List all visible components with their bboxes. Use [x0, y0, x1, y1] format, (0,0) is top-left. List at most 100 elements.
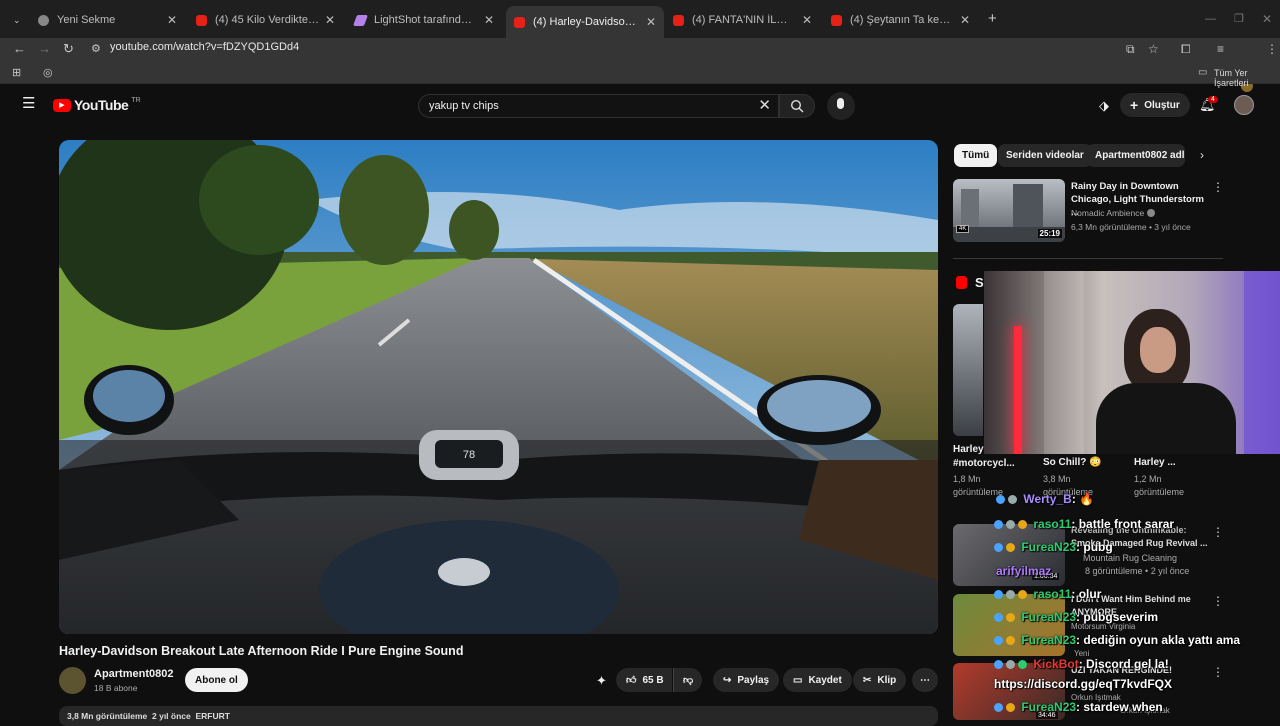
chat-text: : stardew when [1076, 700, 1163, 714]
reload-icon[interactable]: ↻ [63, 40, 74, 58]
tab-fanta[interactable]: (4) FANTA'NIN İLGİNÇ HİKAYESİ ✕ [665, 6, 820, 34]
short-views-2: 3,8 Mn [1043, 474, 1071, 484]
region-code: TR [131, 97, 141, 104]
youtube-icon [196, 14, 207, 26]
short-title-2[interactable]: So Chill? 😳 [1043, 457, 1102, 468]
rec-menu-icon[interactable]: ⋮ [1212, 526, 1224, 538]
subscribe-button[interactable]: Abone ol [185, 668, 248, 692]
shorts-icon [956, 276, 967, 289]
close-tab-icon[interactable]: ✕ [484, 13, 494, 27]
restore-icon[interactable]: ❐ [1234, 10, 1244, 28]
chat-text: : pubgseverim [1076, 610, 1159, 624]
ai-sparkle-icon[interactable]: ✦ [596, 673, 607, 689]
create-label: Oluştur [1144, 99, 1180, 111]
tab-title: (4) Harley-Davidson Breakout L [533, 16, 640, 28]
apps-icon[interactable]: ⊞ [12, 64, 21, 82]
chat-username: FureaN23 [1021, 633, 1077, 647]
share-button[interactable]: ↪ Paylaş [713, 668, 780, 692]
rec-menu-icon[interactable]: ⋮ [1212, 666, 1224, 678]
short-title-1[interactable]: Harley #motorcycl... [953, 443, 1023, 471]
close-tab-icon[interactable]: ✕ [646, 15, 656, 29]
thumbs-down-icon: 👎︎ [683, 675, 694, 686]
chat-text: : Discord gel la! [1078, 657, 1169, 671]
tab-vito[interactable]: (4) Şeytanın Ta kendisi Vito Sak ✕ [823, 6, 978, 34]
tab-list-icon[interactable]: ⌄ [13, 11, 21, 29]
close-tab-icon[interactable]: ✕ [960, 13, 970, 27]
chat-username: KickBot [1033, 657, 1079, 671]
chat-link[interactable]: https://discord.gg/eqT7kvdFQX [994, 677, 1172, 691]
address-bar[interactable]: youtube.com/watch?v=fDZYQD1GDd4 [110, 41, 299, 53]
chat-username: raso11 [1033, 587, 1072, 601]
hamburger-icon[interactable]: ☰ [22, 95, 35, 113]
youtube-logo[interactable]: ▶ YouTube TR [53, 97, 141, 113]
more-actions-button[interactable]: ⋯ [912, 668, 938, 692]
search-button[interactable] [779, 94, 815, 118]
media-icon[interactable]: ≡ [1217, 40, 1224, 58]
save-label: Kaydet [808, 674, 842, 686]
create-button[interactable]: + Oluştur [1120, 93, 1190, 117]
clear-search-icon[interactable]: ✕ [758, 96, 771, 114]
chip-all[interactable]: Tümü [954, 144, 998, 167]
chat-text: https://discord.gg/eqT7kvdFQX [994, 677, 1173, 691]
back-icon[interactable]: ← [13, 40, 26, 58]
recommended-channel[interactable]: Nomadic Ambience [1071, 208, 1155, 218]
chat-badge-icon [994, 703, 1003, 712]
install-icon[interactable]: ⧉ [1126, 40, 1135, 58]
close-tab-icon[interactable]: ✕ [802, 13, 812, 27]
channel-name[interactable]: Apartment0802 [94, 668, 173, 680]
clip-label: Klip [877, 674, 897, 686]
plus-icon: + [1130, 97, 1139, 113]
forward-icon[interactable]: → [38, 40, 51, 58]
short-thumbnail[interactable] [953, 304, 983, 436]
chat-message: arifyilmaz [996, 564, 1051, 578]
chat-badge-icon [1008, 495, 1017, 504]
close-tab-icon[interactable]: ✕ [167, 13, 177, 27]
video-player[interactable]: 78 [59, 140, 938, 634]
chat-message: raso11: battle front sarar [994, 517, 1174, 531]
tab-new[interactable]: Yeni Sekme ✕ [30, 6, 185, 34]
new-tab-icon[interactable]: + [988, 10, 997, 28]
chip-next-icon[interactable]: › [1200, 148, 1204, 162]
account-avatar[interactable] [1234, 95, 1254, 115]
tab-video-1[interactable]: (4) 45 Kilo Verdikten Sonra Sonu ✕ [188, 6, 343, 34]
description-box[interactable]: 3,8 Mn görüntüleme 2 yıl önce ERFURT [59, 706, 938, 726]
chip-series[interactable]: Seriden videolar [998, 144, 1092, 167]
chat-message: FureaN23: dediğin oyun akla yattı ama [994, 633, 1240, 647]
tab-title: Yeni Sekme [57, 14, 116, 26]
rec-menu-icon[interactable]: ⋮ [1212, 595, 1224, 607]
bookmark-star-icon[interactable]: ☆ [1148, 40, 1159, 58]
dislike-button[interactable]: 👎︎ [673, 668, 703, 692]
close-tab-icon[interactable]: ✕ [325, 13, 335, 27]
save-button[interactable]: ▭ Kaydet [783, 668, 852, 692]
extensions-icon[interactable]: ⧠ [1181, 40, 1191, 58]
close-window-icon[interactable]: ✕ [1262, 10, 1272, 28]
channel-avatar[interactable] [59, 667, 86, 694]
recommended-menu-icon[interactable]: ⋮ [1212, 181, 1224, 193]
globe-icon[interactable]: ◎ [43, 64, 53, 82]
menu-icon[interactable]: ⋮ [1266, 40, 1278, 58]
chat-username: arifyilmaz [996, 564, 1052, 578]
minimize-icon[interactable]: — [1205, 10, 1216, 28]
tab-title: (4) 45 Kilo Verdikten Sonra Sonu [215, 14, 319, 26]
tab-title: (4) Şeytanın Ta kendisi Vito Sak [850, 14, 954, 26]
chat-message: Werty_B: 🔥 [996, 492, 1094, 506]
chat-badge-icon [1018, 520, 1027, 529]
clip-button[interactable]: ✂ Klip [853, 668, 907, 692]
site-info-icon[interactable]: ⚙ [91, 40, 101, 58]
chat-username: raso11 [1033, 517, 1072, 531]
voice-search-button[interactable] [827, 92, 855, 120]
search-input[interactable]: yakup tv chips ✕ [418, 94, 779, 118]
tab-title: (4) FANTA'NIN İLGİNÇ HİKAYESİ [692, 14, 796, 26]
search-icon [790, 99, 804, 113]
chip-channel[interactable]: Apartment0802 adlı [1087, 144, 1185, 167]
like-count: 65 B [642, 674, 664, 686]
like-button[interactable]: 👍︎ 65 B [616, 668, 672, 692]
short-title-3[interactable]: Harley ... [1134, 457, 1176, 468]
recommended-thumbnail[interactable]: 4K 25:19 [953, 179, 1065, 242]
quality-badge: 4K [956, 225, 970, 233]
channel-label: Nomadic Ambience [1071, 208, 1145, 218]
share-icon: ↪ [723, 674, 732, 686]
tab-harley-active[interactable]: (4) Harley-Davidson Breakout L ✕ [506, 6, 664, 38]
cast-icon[interactable]: ⬗ [1099, 98, 1109, 114]
tab-lightshot[interactable]: LightShot tarafından Ekran Görü ✕ [347, 6, 502, 34]
